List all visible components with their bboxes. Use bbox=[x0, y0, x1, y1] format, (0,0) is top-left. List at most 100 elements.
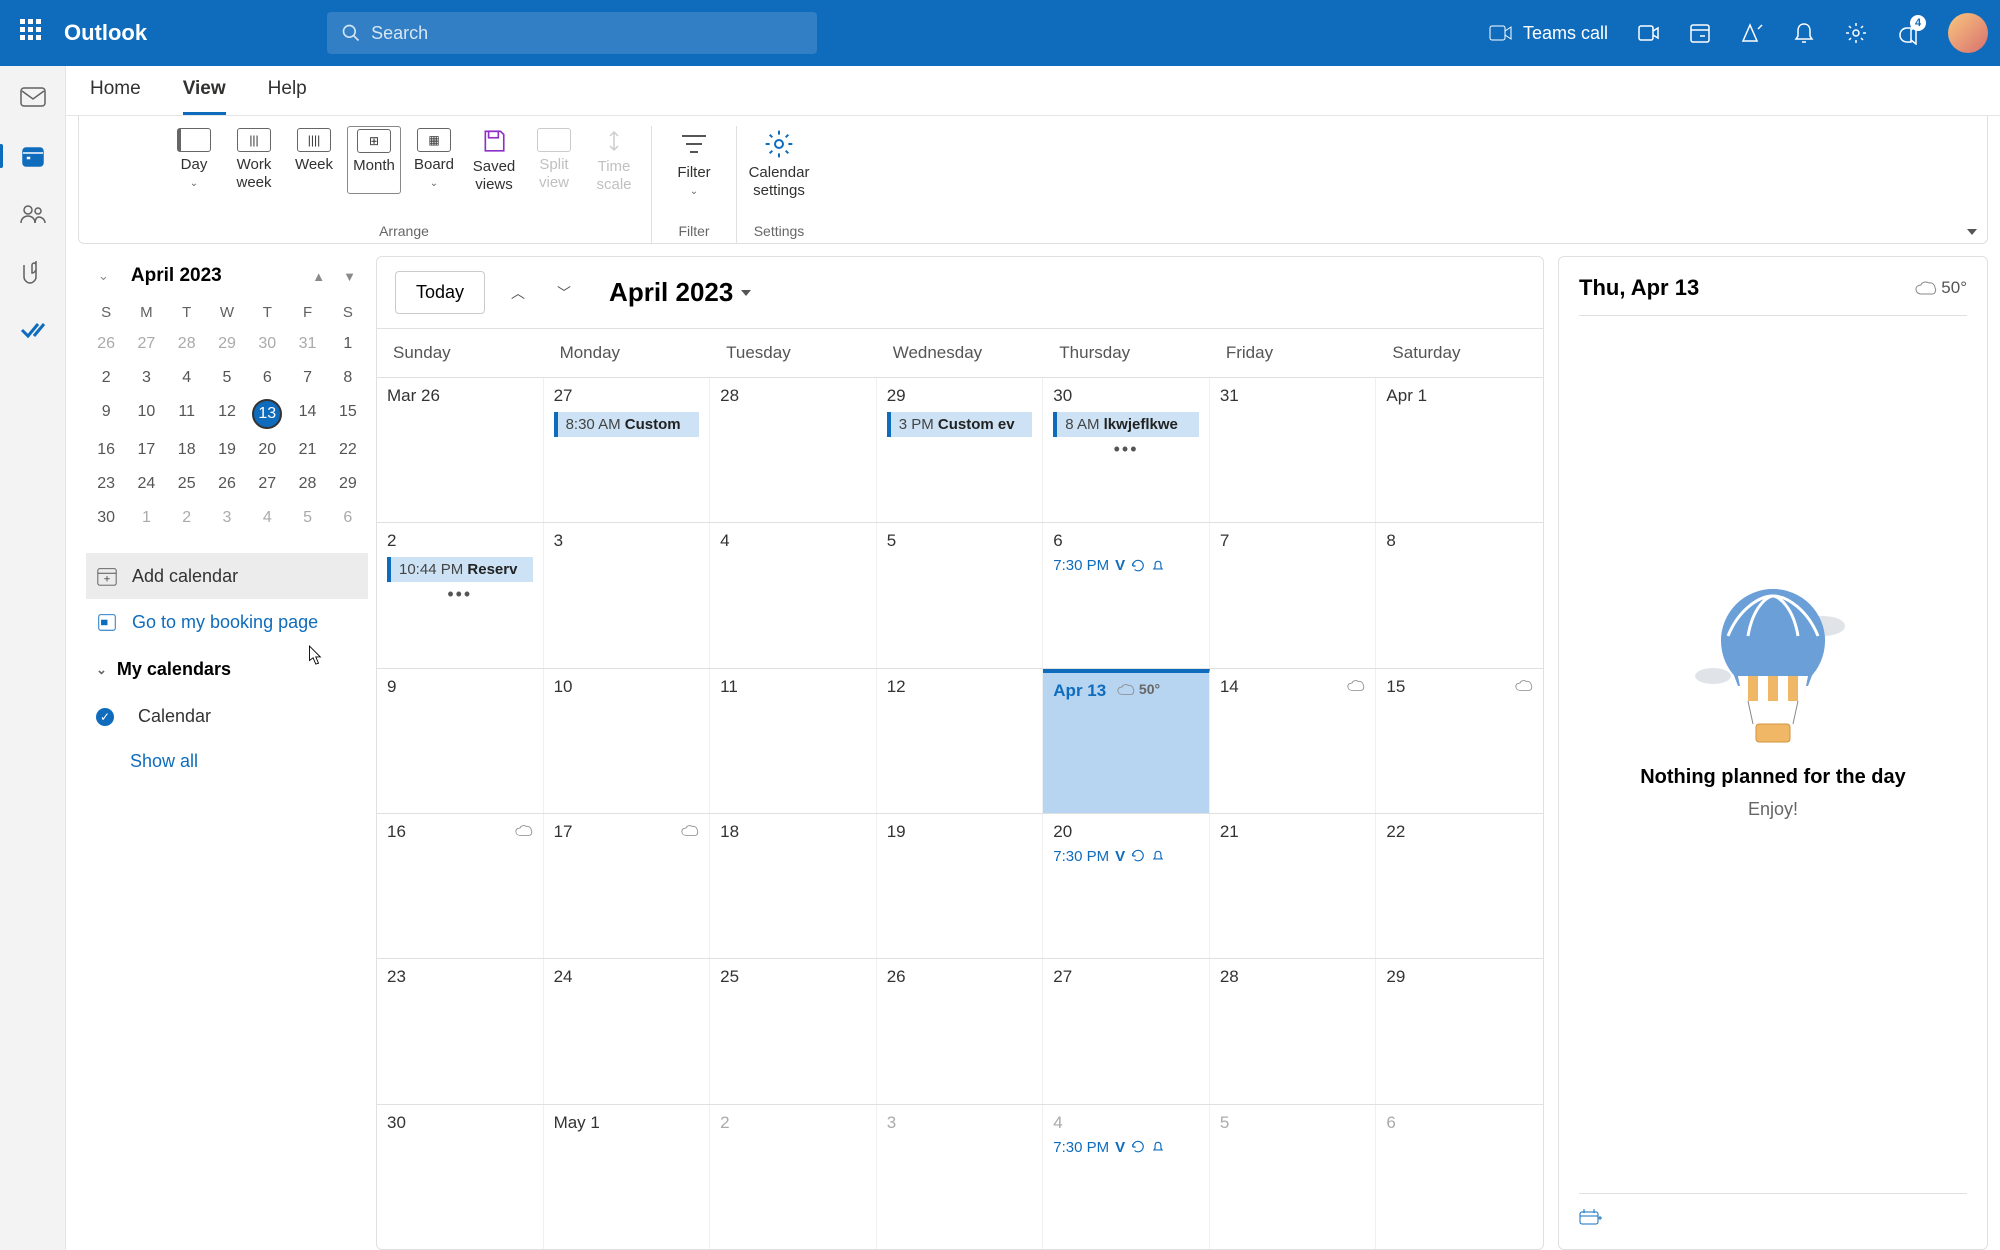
calendar-cell[interactable]: 18 bbox=[710, 814, 877, 958]
event-pill[interactable]: 3 PM Custom ev bbox=[887, 412, 1033, 437]
mini-day[interactable]: 29 bbox=[328, 467, 368, 501]
ribbon-chevron-icon[interactable] bbox=[1967, 229, 1977, 235]
mini-day[interactable]: 20 bbox=[247, 433, 287, 467]
calendar-cell[interactable]: 29 bbox=[1376, 959, 1543, 1103]
view-board-button[interactable]: ▦Board⌄ bbox=[407, 126, 461, 194]
mini-prev-icon[interactable]: ▲ bbox=[308, 265, 329, 288]
prev-month-icon[interactable]: ︿ bbox=[505, 277, 531, 309]
event-text[interactable]: 7:30 PM V bbox=[1053, 1139, 1199, 1156]
calendar-cell[interactable]: 4 bbox=[710, 523, 877, 667]
calendar-cell[interactable]: 8 bbox=[1376, 523, 1543, 667]
calendar-cell[interactable]: 5 bbox=[1210, 1105, 1377, 1249]
files-icon[interactable] bbox=[19, 258, 47, 286]
calendar-cell[interactable]: 3 bbox=[544, 523, 711, 667]
calendar-cell[interactable]: 19 bbox=[877, 814, 1044, 958]
event-text[interactable]: 7:30 PM V bbox=[1053, 557, 1199, 574]
calendar-cell[interactable]: 12 bbox=[877, 669, 1044, 813]
calendar-cell[interactable]: 67:30 PM V bbox=[1043, 523, 1210, 667]
calendar-cell[interactable]: 10 bbox=[544, 669, 711, 813]
calendar-cell[interactable]: 293 PM Custom ev bbox=[877, 378, 1044, 522]
mini-day[interactable]: 28 bbox=[167, 327, 207, 361]
mini-day[interactable]: 1 bbox=[126, 501, 166, 535]
event-text[interactable]: 7:30 PM V bbox=[1053, 848, 1199, 865]
mini-day[interactable]: 1 bbox=[328, 327, 368, 361]
mini-day[interactable]: 4 bbox=[247, 501, 287, 535]
app-launcher-icon[interactable] bbox=[20, 19, 48, 47]
mini-collapse-icon[interactable]: ⌄ bbox=[94, 264, 113, 288]
calendar-cell[interactable]: 28 bbox=[1210, 959, 1377, 1103]
filter-button[interactable]: Filter⌄ bbox=[662, 126, 726, 198]
mini-day[interactable]: 31 bbox=[287, 327, 327, 361]
tab-home[interactable]: Home bbox=[90, 66, 141, 115]
mini-day[interactable]: 10 bbox=[126, 395, 166, 433]
mini-day[interactable]: 15 bbox=[328, 395, 368, 433]
whatsnew-icon[interactable]: 4 bbox=[1896, 21, 1920, 45]
mini-day[interactable]: 27 bbox=[126, 327, 166, 361]
calendar-icon[interactable] bbox=[19, 142, 47, 170]
calendar-cell[interactable]: 27 bbox=[1043, 959, 1210, 1103]
mini-day[interactable]: 16 bbox=[86, 433, 126, 467]
tips-icon[interactable] bbox=[1740, 21, 1764, 45]
mini-next-icon[interactable]: ▼ bbox=[339, 265, 360, 288]
mini-day[interactable]: 12 bbox=[207, 395, 247, 433]
tab-view[interactable]: View bbox=[183, 66, 226, 115]
view-month-button[interactable]: ⊞Month bbox=[347, 126, 401, 194]
booking-page-link[interactable]: Go to my booking page bbox=[86, 599, 368, 645]
calendar-cell[interactable]: May 1 bbox=[544, 1105, 711, 1249]
more-events-icon[interactable]: ••• bbox=[387, 584, 533, 605]
calendar-cell[interactable]: 308 AM lkwjeflkwe••• bbox=[1043, 378, 1210, 522]
teams-call-button[interactable]: Teams call bbox=[1489, 23, 1608, 44]
calendar-cell[interactable]: 31 bbox=[1210, 378, 1377, 522]
calendar-cell[interactable]: 2 bbox=[710, 1105, 877, 1249]
event-pill[interactable]: 10:44 PM Reserv bbox=[387, 557, 533, 582]
calendar-cell[interactable]: Mar 26 bbox=[377, 378, 544, 522]
event-pill[interactable]: 8 AM lkwjeflkwe bbox=[1053, 412, 1199, 437]
mini-day[interactable]: 23 bbox=[86, 467, 126, 501]
search-box[interactable]: Search bbox=[327, 12, 817, 54]
mini-day[interactable]: 7 bbox=[287, 361, 327, 395]
mini-day[interactable]: 22 bbox=[328, 433, 368, 467]
calendar-cell[interactable]: 278:30 AM Custom bbox=[544, 378, 711, 522]
month-title[interactable]: April 2023 bbox=[609, 277, 751, 308]
mini-day[interactable]: 2 bbox=[86, 361, 126, 395]
event-pill[interactable]: 8:30 AM Custom bbox=[554, 412, 700, 437]
calendar-cell[interactable]: 3 bbox=[877, 1105, 1044, 1249]
calendar-cell[interactable]: 16 bbox=[377, 814, 544, 958]
calendar-cell[interactable]: 210:44 PM Reserv••• bbox=[377, 523, 544, 667]
calendar-cell[interactable]: 6 bbox=[1376, 1105, 1543, 1249]
settings-icon[interactable] bbox=[1844, 21, 1868, 45]
mini-day[interactable]: 21 bbox=[287, 433, 327, 467]
calendar-cell[interactable]: 21 bbox=[1210, 814, 1377, 958]
mini-day[interactable]: 18 bbox=[167, 433, 207, 467]
rp-add-event-icon[interactable] bbox=[1579, 1206, 1603, 1226]
mail-icon[interactable] bbox=[19, 84, 47, 112]
mini-day[interactable]: 11 bbox=[167, 395, 207, 433]
mini-day[interactable]: 24 bbox=[126, 467, 166, 501]
calendar-cell[interactable]: 5 bbox=[877, 523, 1044, 667]
mini-day[interactable]: 26 bbox=[207, 467, 247, 501]
calendar-cell[interactable]: 11 bbox=[710, 669, 877, 813]
mini-day[interactable]: 29 bbox=[207, 327, 247, 361]
notifications-icon[interactable] bbox=[1792, 21, 1816, 45]
mini-day[interactable]: 6 bbox=[328, 501, 368, 535]
mini-day[interactable]: 3 bbox=[126, 361, 166, 395]
my-day-icon[interactable] bbox=[1688, 21, 1712, 45]
mini-day[interactable]: 5 bbox=[207, 361, 247, 395]
saved-views-button[interactable]: Saved views bbox=[467, 126, 521, 194]
calendar-cell[interactable]: 25 bbox=[710, 959, 877, 1103]
people-icon[interactable] bbox=[19, 200, 47, 228]
more-events-icon[interactable]: ••• bbox=[1053, 439, 1199, 460]
mini-day[interactable]: 30 bbox=[86, 501, 126, 535]
meet-now-icon[interactable] bbox=[1636, 21, 1660, 45]
calendar-cell[interactable]: 24 bbox=[544, 959, 711, 1103]
mini-day[interactable]: 13 bbox=[252, 399, 282, 429]
calendar-cell[interactable]: Apr 1 bbox=[1376, 378, 1543, 522]
mini-day[interactable]: 19 bbox=[207, 433, 247, 467]
tab-help[interactable]: Help bbox=[268, 66, 307, 115]
calendar-cell[interactable]: 47:30 PM V bbox=[1043, 1105, 1210, 1249]
user-avatar[interactable] bbox=[1948, 13, 1988, 53]
next-month-icon[interactable]: ﹀ bbox=[551, 277, 577, 309]
calendar-cell[interactable]: 22 bbox=[1376, 814, 1543, 958]
today-button[interactable]: Today bbox=[395, 271, 485, 314]
calendar-settings-button[interactable]: Calendar settings bbox=[747, 126, 811, 200]
